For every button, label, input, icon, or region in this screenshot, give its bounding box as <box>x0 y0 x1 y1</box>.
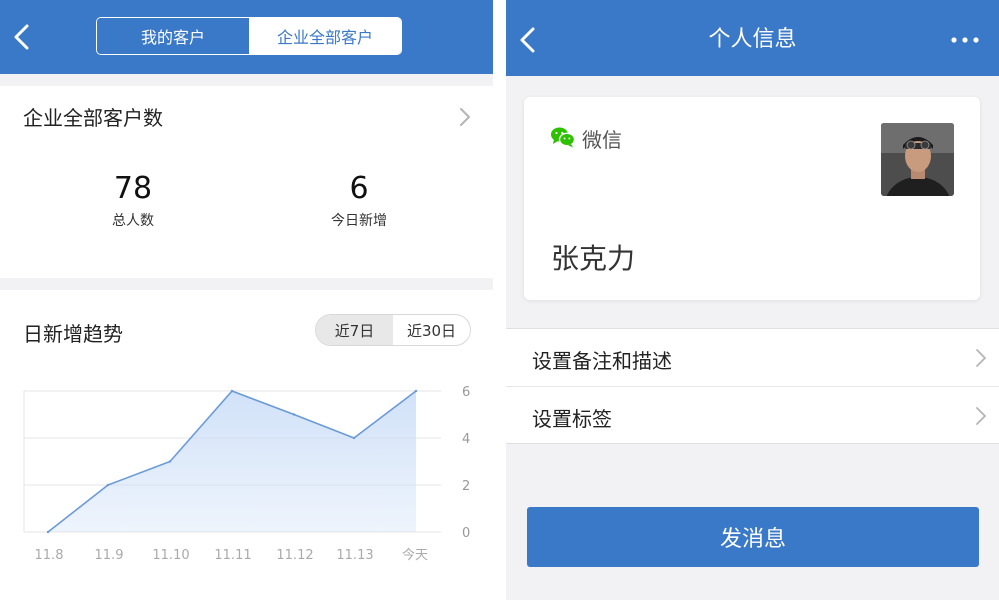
back-icon[interactable] <box>516 25 542 55</box>
personal-info-screen: 个人信息 微信 张克力 设置备注和描述 设置标签 发消息 <box>506 0 999 600</box>
daily-trend-card: 0 2 4 6 11.8 11.9 11.10 11.11 11.12 11.13 今天 日新增趋势… <box>0 290 493 600</box>
chevron-right-icon <box>976 407 986 425</box>
chart-data-point <box>292 413 296 416</box>
chart-x-tick-label: 11.13 <box>336 548 373 563</box>
chart-x-tick-label: 11.9 <box>95 548 124 563</box>
total-count-value: 78 <box>113 171 153 206</box>
chevron-right-icon <box>460 108 470 126</box>
chart-data-point <box>168 460 172 463</box>
daily-trend-title: 日新增趋势 <box>23 322 123 346</box>
total-count-stat: 78 总人数 <box>53 172 213 230</box>
today-new-stat: 6 今日新增 <box>279 172 439 230</box>
avatar[interactable] <box>881 123 954 196</box>
screenshot-canvas: 我的客户 企业全部客户 企业全部客户数 78 总人数 6 今日新增 0 2 4 6 11… <box>0 0 999 600</box>
chart-data-point <box>46 530 50 534</box>
more-icon[interactable] <box>950 34 980 46</box>
tab-all-customers[interactable]: 企业全部客户 <box>249 18 401 54</box>
page-title: 个人信息 <box>708 27 797 52</box>
chart-x-tick-label: 11.10 <box>152 548 189 563</box>
profile-card: 微信 张克力 <box>524 97 980 300</box>
total-count-label: 总人数 <box>112 213 154 229</box>
customer-scope-switch: 我的客户 企业全部客户 <box>96 17 402 55</box>
range-30-days[interactable]: 近30日 <box>393 315 470 345</box>
customer-name: 张克力 <box>551 242 636 275</box>
today-new-label: 今日新增 <box>331 213 387 229</box>
chart-x-tick-label: 11.8 <box>35 548 64 563</box>
chevron-right-icon <box>976 349 986 367</box>
menu-item-tags[interactable]: 设置标签 <box>506 386 999 443</box>
chart-x-tick-label: 11.12 <box>276 548 313 563</box>
chart-x-tick-label: 11.11 <box>214 548 251 563</box>
menu-item-remark[interactable]: 设置备注和描述 <box>506 329 999 386</box>
avatar-photo <box>881 123 954 196</box>
menu-item-label: 设置标签 <box>532 407 612 431</box>
send-message-button[interactable]: 发消息 <box>527 507 979 567</box>
chart-data-point <box>414 389 418 393</box>
menu-item-label: 设置备注和描述 <box>532 349 672 373</box>
customer-count-card[interactable]: 企业全部客户数 78 总人数 6 今日新增 <box>0 86 493 278</box>
chart-x-tick-label: 今天 <box>402 547 428 563</box>
chart-y-tick-label: 4 <box>462 432 470 447</box>
chart-area-fill <box>48 391 416 532</box>
chart-data-point <box>230 389 234 393</box>
customer-count-title: 企业全部客户数 <box>23 106 163 130</box>
back-icon[interactable] <box>10 22 36 52</box>
customer-stats-screen: 我的客户 企业全部客户 企业全部客户数 78 总人数 6 今日新增 0 2 4 6 11… <box>0 0 493 600</box>
trend-range-switch: 近7日 近30日 <box>315 314 471 346</box>
platform-label: 微信 <box>582 128 622 152</box>
tab-my-customers[interactable]: 我的客户 <box>97 18 249 54</box>
settings-menu: 设置备注和描述 设置标签 <box>506 328 999 444</box>
chart-y-tick-label: 6 <box>462 385 470 400</box>
wechat-icon <box>551 127 576 148</box>
today-new-value: 6 <box>349 171 369 206</box>
top-bar: 个人信息 <box>506 0 999 76</box>
chart-y-tick-label: 0 <box>462 526 470 541</box>
chart-data-point <box>106 483 110 487</box>
chart-data-point <box>352 436 356 440</box>
top-bar: 我的客户 企业全部客户 <box>0 0 493 74</box>
chart-y-tick-label: 2 <box>462 479 470 494</box>
range-7-days[interactable]: 近7日 <box>316 315 393 345</box>
